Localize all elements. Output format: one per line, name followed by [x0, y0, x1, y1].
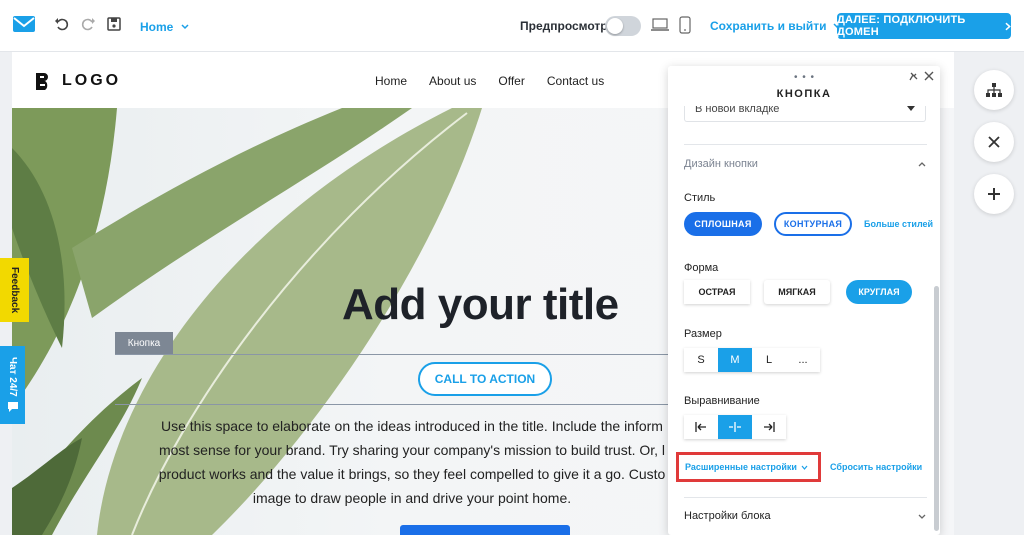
next-connect-domain-button[interactable]: ДАЛЕЕ: ПОДКЛЮЧИТЬ ДОМЕН	[837, 13, 1011, 39]
feedback-tab[interactable]: Feedback	[0, 258, 29, 322]
selection-line-top	[115, 354, 675, 355]
chevron-down-icon[interactable]	[918, 513, 926, 521]
close-icon[interactable]	[924, 71, 934, 81]
site-logo[interactable]: LOGO	[34, 71, 121, 91]
advanced-settings-link[interactable]: Расширенные настройки	[676, 452, 821, 482]
next-button-label: ДАЛЕЕ: ПОДКЛЮЧИТЬ ДОМЕН	[837, 14, 966, 38]
align-label: Выравнивание	[684, 395, 760, 407]
align-center-icon	[729, 422, 741, 432]
undo-icon[interactable]	[54, 16, 70, 32]
chevron-down-icon	[181, 24, 189, 30]
chevron-up-icon[interactable]	[918, 160, 926, 168]
panel-header[interactable]: • • • КНОПКА	[668, 66, 940, 106]
feedback-label: Feedback	[9, 266, 20, 314]
style-label: Стиль	[684, 192, 716, 204]
shape-soft-button[interactable]: МЯГКАЯ	[764, 280, 830, 304]
align-right-icon	[764, 422, 775, 432]
preview-toggle[interactable]	[605, 16, 641, 36]
nav-item-home[interactable]: Home	[375, 74, 407, 88]
site-logo-text: LOGO	[62, 72, 122, 89]
page-select-label: Home	[140, 20, 174, 34]
drag-handle-icon[interactable]: • • •	[794, 72, 815, 83]
size-s-button[interactable]: S	[684, 348, 718, 372]
shape-label: Форма	[684, 262, 719, 274]
element-hint-tag: Кнопка	[115, 332, 173, 354]
more-styles-link[interactable]: Больше стилей	[864, 219, 933, 229]
style-outline-button[interactable]: КОНТУРНАЯ	[774, 212, 852, 236]
nav-item-contact[interactable]: Contact us	[547, 74, 604, 88]
chat-label: Чат 24/7	[7, 357, 18, 397]
chat-bubble-icon	[7, 401, 18, 412]
pin-icon[interactable]	[908, 72, 918, 82]
plus-icon	[988, 188, 1000, 200]
mail-logo-icon[interactable]	[12, 14, 36, 34]
desktop-icon[interactable]	[651, 18, 669, 32]
close-icon	[988, 136, 1000, 148]
mobile-icon[interactable]	[679, 16, 691, 34]
align-left-icon	[695, 422, 706, 432]
site-nav: Home About us Offer Contact us	[375, 74, 604, 88]
top-toolbar: Home Предпросмотр Сохранить и выйти ДАЛЕ…	[0, 0, 1024, 52]
page-select[interactable]: Home	[140, 17, 189, 37]
hero-secondary-button[interactable]	[400, 525, 570, 535]
shape-round-button[interactable]: КРУГЛАЯ	[846, 280, 912, 304]
align-left-button[interactable]	[684, 415, 718, 439]
chat-tab[interactable]: Чат 24/7	[0, 346, 25, 424]
caret-down-icon	[907, 106, 915, 111]
block-settings-section[interactable]: Настройки блока	[684, 510, 771, 522]
logo-mark-icon	[36, 73, 48, 90]
chevron-right-icon	[1005, 22, 1011, 30]
style-solid-button[interactable]: СПЛОШНАЯ	[684, 212, 762, 236]
save-exit-button[interactable]: Сохранить и выйти	[710, 19, 841, 33]
align-center-button[interactable]	[718, 415, 752, 439]
align-right-button[interactable]	[752, 415, 786, 439]
panel-title: КНОПКА	[776, 88, 832, 100]
design-section-title[interactable]: Дизайн кнопки	[684, 158, 758, 170]
redo-icon[interactable]	[80, 16, 96, 32]
sitemap-icon	[986, 83, 1002, 97]
nav-item-about[interactable]: About us	[429, 74, 476, 88]
close-panel-button[interactable]	[974, 122, 1014, 162]
align-selector	[684, 415, 786, 439]
preview-label: Предпросмотр	[520, 19, 608, 33]
size-l-button[interactable]: L	[752, 348, 786, 372]
divider	[684, 144, 927, 145]
save-exit-label: Сохранить и выйти	[710, 19, 827, 33]
nav-item-offer[interactable]: Offer	[498, 74, 524, 88]
size-m-button[interactable]: M	[718, 348, 752, 372]
hero-paragraph[interactable]: Use this space to elaborate on the ideas…	[152, 414, 672, 510]
chevron-down-icon	[801, 465, 808, 470]
call-to-action-button[interactable]: CALL TO ACTION	[418, 362, 552, 396]
panel-scrollbar[interactable]	[934, 286, 939, 531]
size-label: Размер	[684, 328, 722, 340]
reset-settings-link[interactable]: Сбросить настройки	[830, 462, 922, 472]
shape-sharp-button[interactable]: ОСТРАЯ	[684, 280, 750, 304]
button-settings-panel: • • • КНОПКА В новой вкладке Дизайн кноп…	[668, 66, 940, 535]
save-icon[interactable]	[106, 16, 122, 32]
selection-line-bottom	[115, 404, 675, 405]
advanced-settings-label: Расширенные настройки	[685, 462, 797, 472]
size-more-button[interactable]: ...	[786, 348, 820, 372]
hero-title[interactable]: Add your title	[342, 280, 619, 330]
divider	[684, 497, 927, 498]
site-structure-button[interactable]	[974, 70, 1014, 110]
size-selector: S M L ...	[684, 348, 820, 372]
add-block-button[interactable]	[974, 174, 1014, 214]
